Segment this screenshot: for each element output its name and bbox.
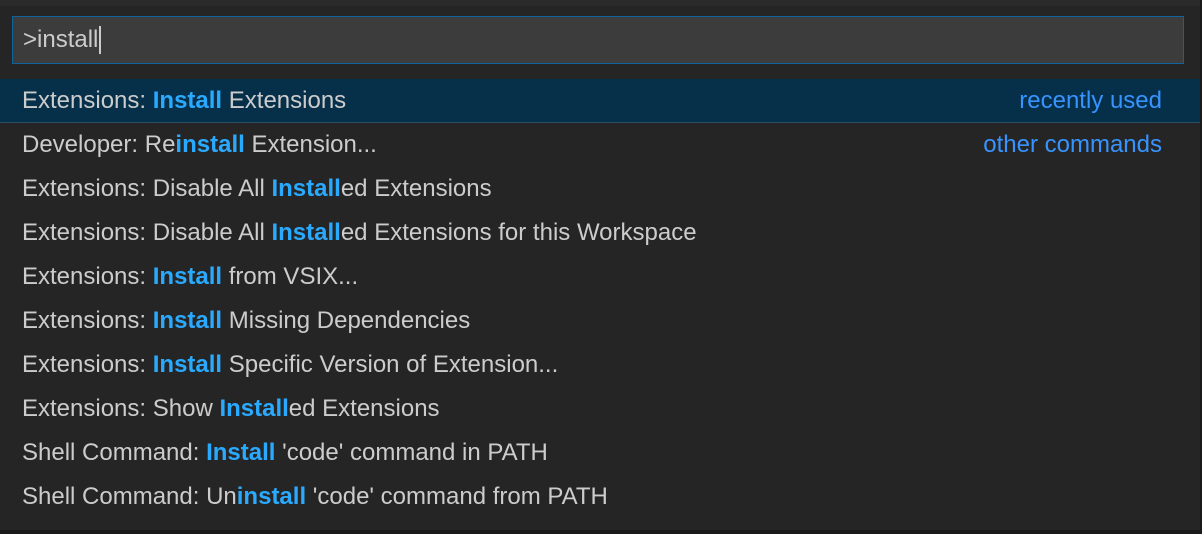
label-match-highlight: Install bbox=[152, 86, 223, 114]
label-match-highlight: Install bbox=[152, 351, 223, 378]
command-palette: >install Extensions: Install Extensions … bbox=[0, 0, 1202, 534]
label-match-highlight: Install bbox=[206, 439, 276, 466]
label-prefix: Extensions: bbox=[22, 86, 153, 114]
label-suffix: 'code' command in PATH bbox=[275, 439, 548, 466]
label-suffix: ed Extensions bbox=[340, 175, 492, 202]
command-item[interactable]: Extensions: Install Missing Dependencies bbox=[0, 299, 1200, 343]
command-label: Shell Command: Install 'code' command in… bbox=[22, 439, 1162, 467]
label-prefix: Shell Command: Un bbox=[22, 483, 237, 510]
command-item[interactable]: Shell Command: Install 'code' command in… bbox=[0, 431, 1200, 475]
command-label: Extensions: Install Specific Version of … bbox=[22, 351, 1162, 379]
command-item[interactable]: Extensions: Install Extensions recently … bbox=[0, 79, 1200, 123]
label-match-highlight: Install bbox=[219, 395, 289, 422]
text-caret bbox=[99, 26, 102, 54]
command-label: Extensions: Install Extensions bbox=[22, 87, 1019, 115]
command-label: Extensions: Install from VSIX... bbox=[22, 263, 1162, 291]
label-match-highlight: Install bbox=[152, 307, 223, 334]
label-prefix: Extensions: bbox=[22, 307, 153, 334]
label-suffix: 'code' command from PATH bbox=[306, 483, 608, 510]
label-suffix: Specific Version of Extension... bbox=[222, 351, 559, 378]
palette-top-border bbox=[0, 0, 1200, 6]
command-label: Extensions: Disable All Installed Extens… bbox=[22, 219, 1162, 247]
label-prefix: Extensions: bbox=[22, 351, 153, 378]
command-item[interactable]: Developer: Reinstall Extension... other … bbox=[0, 123, 1200, 167]
command-label: Extensions: Install Missing Dependencies bbox=[22, 307, 1162, 335]
label-prefix: Extensions: bbox=[22, 263, 153, 290]
label-prefix: Extensions: Show bbox=[22, 395, 220, 422]
label-prefix: Developer: Re bbox=[22, 131, 176, 158]
other-commands-tag: other commands bbox=[983, 131, 1162, 158]
label-suffix: from VSIX... bbox=[222, 263, 359, 290]
label-match-highlight: Install bbox=[152, 263, 223, 290]
command-item[interactable]: Extensions: Disable All Installed Extens… bbox=[0, 167, 1200, 211]
command-input[interactable]: >install bbox=[12, 16, 1184, 64]
label-suffix: Extension... bbox=[244, 131, 377, 158]
label-match-highlight: Install bbox=[271, 219, 341, 246]
label-suffix: ed Extensions for this Workspace bbox=[340, 219, 697, 246]
label-suffix: Missing Dependencies bbox=[222, 307, 471, 334]
label-prefix: Extensions: Disable All bbox=[22, 175, 272, 202]
command-input-value: >install bbox=[23, 26, 99, 53]
command-label: Extensions: Show Installed Extensions bbox=[22, 395, 1162, 423]
label-suffix: Extensions bbox=[222, 86, 347, 114]
command-item[interactable]: Extensions: Install Specific Version of … bbox=[0, 343, 1200, 387]
command-label: Extensions: Disable All Installed Extens… bbox=[22, 175, 1162, 203]
label-match-highlight: Install bbox=[271, 175, 341, 202]
command-item[interactable]: Shell Command: Uninstall 'code' command … bbox=[0, 475, 1200, 519]
command-item[interactable]: Extensions: Show Installed Extensions bbox=[0, 387, 1200, 431]
label-match-highlight: install bbox=[175, 131, 245, 158]
command-item[interactable]: Extensions: Install from VSIX... bbox=[0, 255, 1200, 299]
command-label: Developer: Reinstall Extension... bbox=[22, 131, 983, 159]
label-match-highlight: install bbox=[236, 483, 307, 510]
command-list: Extensions: Install Extensions recently … bbox=[0, 79, 1200, 519]
command-item[interactable]: Extensions: Disable All Installed Extens… bbox=[0, 211, 1200, 255]
label-prefix: Shell Command: bbox=[22, 439, 207, 466]
label-suffix: ed Extensions bbox=[288, 395, 440, 422]
command-label: Shell Command: Uninstall 'code' command … bbox=[22, 483, 1162, 511]
label-prefix: Extensions: Disable All bbox=[22, 219, 272, 246]
recently-used-tag: recently used bbox=[1019, 86, 1162, 114]
